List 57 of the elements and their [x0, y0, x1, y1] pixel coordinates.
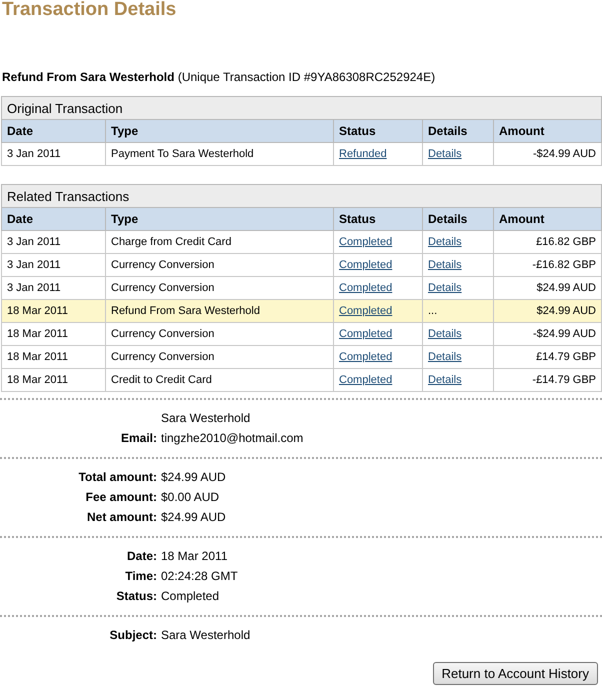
type-cell: Credit to Credit Card: [111, 374, 212, 386]
column-header: Details: [422, 208, 494, 230]
date-cell: 3 Jan 2011: [7, 282, 61, 294]
page-title: Transaction Details: [2, 0, 176, 20]
column-header: Type: [106, 120, 334, 142]
field-value: Sara Westerhold: [161, 628, 250, 642]
field-value: Sara Westerhold: [161, 411, 250, 425]
column-header: Date: [2, 120, 106, 142]
field-label: Status:: [116, 589, 157, 603]
amount-cell: $24.99 AUD: [536, 305, 596, 317]
field-label: Time:: [125, 569, 157, 583]
type-cell: Currency Conversion: [111, 328, 214, 340]
amount-cell: £14.79 GBP: [536, 351, 596, 363]
return-button[interactable]: Return to Account History: [432, 662, 598, 685]
field-value: 18 Mar 2011: [161, 549, 228, 563]
date-cell: 3 Jan 2011: [7, 259, 61, 271]
table-title: Original Transaction: [6, 100, 124, 118]
type-cell: Currency Conversion: [111, 282, 214, 294]
field-value: $0.00 AUD: [161, 490, 220, 504]
type-cell: Payment To Sara Westerhold: [111, 148, 254, 160]
transaction-summary: Refund From Sara Westerhold (Unique Transaction ID #9YA86308RC252924E): [2, 70, 436, 84]
amount-cell: £16.82 GBP: [536, 236, 596, 248]
column-header: Details: [422, 120, 494, 142]
type-cell: Refund From Sara Westerhold: [111, 305, 260, 317]
column-header: Amount: [494, 120, 602, 142]
field-label: Fee amount:: [86, 490, 157, 504]
field-value: tingzhe2010@hotmail.com: [161, 431, 304, 445]
date-cell: 18 Mar 2011: [7, 305, 68, 317]
field-label: Email:: [120, 431, 157, 445]
type-cell: Currency Conversion: [111, 259, 214, 271]
column-header: Date: [2, 208, 106, 230]
column-header: Status: [334, 208, 422, 230]
date-cell: 3 Jan 2011: [7, 148, 61, 160]
field-label: Date:: [126, 549, 157, 563]
amount-cell: $24.99 AUD: [536, 282, 596, 294]
date-cell: 18 Mar 2011: [7, 351, 68, 363]
column-header: Type: [106, 208, 334, 230]
date-cell: 18 Mar 2011: [7, 328, 68, 340]
amount-cell: -$24.99 AUD: [533, 328, 596, 340]
field-value: $24.99 AUD: [161, 470, 226, 484]
amount-cell: -£14.79 GBP: [532, 374, 596, 386]
table-title: Related Transactions: [6, 188, 130, 206]
field-value: 02:24:28 GMT: [161, 569, 238, 583]
type-cell: Charge from Credit Card: [111, 236, 232, 248]
column-header: Status: [334, 120, 422, 142]
field-label: Net amount:: [87, 510, 157, 524]
column-header: Amount: [494, 208, 602, 230]
amount-cell: -£16.82 GBP: [532, 259, 596, 271]
field-label: Total amount:: [78, 470, 157, 484]
details-cell: ...: [428, 305, 438, 317]
field-value: Completed: [161, 589, 220, 603]
field-label: Subject:: [110, 628, 157, 642]
amount-cell: -$24.99 AUD: [533, 148, 596, 160]
date-cell: 3 Jan 2011: [7, 236, 61, 248]
field-value: $24.99 AUD: [161, 510, 226, 524]
date-cell: 18 Mar 2011: [7, 374, 68, 386]
type-cell: Currency Conversion: [111, 351, 214, 363]
